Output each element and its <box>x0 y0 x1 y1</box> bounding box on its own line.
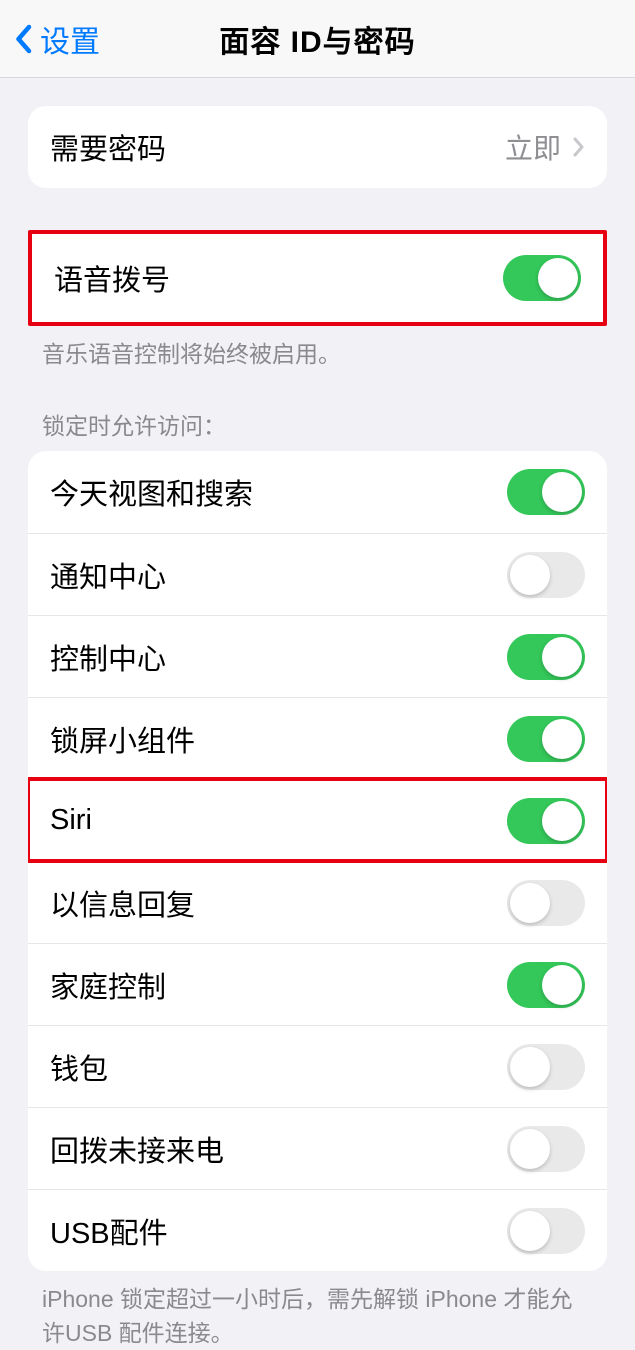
reply-message-toggle[interactable] <box>507 880 585 926</box>
home-control-toggle[interactable] <box>507 962 585 1008</box>
detail-wrap: 立即 <box>505 127 585 167</box>
chevron-right-icon <box>573 137 585 157</box>
row-home-control: 家庭控制 <box>28 943 607 1025</box>
row-siri: Siri <box>28 779 607 861</box>
today-view-toggle[interactable] <box>507 469 585 515</box>
section-voice-dial: 语音拨号 <box>28 230 607 326</box>
usb-label: USB配件 <box>50 1210 168 1252</box>
row-require-passcode[interactable]: 需要密码 立即 <box>28 106 607 188</box>
row-notification-center: 通知中心 <box>28 533 607 615</box>
notification-center-toggle[interactable] <box>507 552 585 598</box>
lockscreen-widgets-label: 锁屏小组件 <box>50 718 195 760</box>
wallet-label: 钱包 <box>50 1046 108 1088</box>
page-title: 面容 ID与密码 <box>219 17 415 61</box>
row-callback-missed: 回拨未接来电 <box>28 1107 607 1189</box>
siri-toggle[interactable] <box>507 798 585 844</box>
callback-missed-label: 回拨未接来电 <box>50 1128 224 1170</box>
row-control-center: 控制中心 <box>28 615 607 697</box>
back-label: 设置 <box>40 17 100 61</box>
back-button[interactable]: 设置 <box>14 17 100 61</box>
home-control-label: 家庭控制 <box>50 964 166 1006</box>
navbar: 设置 面容 ID与密码 <box>0 0 635 78</box>
row-usb: USB配件 <box>28 1189 607 1271</box>
today-view-label: 今天视图和搜索 <box>50 471 253 513</box>
control-center-label: 控制中心 <box>50 636 166 678</box>
voice-dial-footer: 音乐语音控制将始终被启用。 <box>42 338 593 371</box>
voice-dial-label: 语音拨号 <box>54 257 170 299</box>
notification-center-label: 通知中心 <box>50 554 166 596</box>
lock-access-header: 锁定时允许访问： <box>42 407 593 441</box>
control-center-toggle[interactable] <box>507 634 585 680</box>
require-passcode-label: 需要密码 <box>50 126 166 168</box>
require-passcode-value: 立即 <box>505 127 561 167</box>
chevron-left-icon <box>14 23 32 55</box>
voice-dial-toggle[interactable] <box>503 255 581 301</box>
usb-toggle[interactable] <box>507 1208 585 1254</box>
callback-missed-toggle[interactable] <box>507 1126 585 1172</box>
usb-footer: iPhone 锁定超过一小时后，需先解锁 iPhone 才能允许USB 配件连接… <box>42 1283 593 1350</box>
lockscreen-widgets-toggle[interactable] <box>507 716 585 762</box>
row-lockscreen-widgets: 锁屏小组件 <box>28 697 607 779</box>
siri-label: Siri <box>50 804 92 837</box>
wallet-toggle[interactable] <box>507 1044 585 1090</box>
reply-message-label: 以信息回复 <box>50 882 195 924</box>
section-passcode: 需要密码 立即 <box>28 106 607 188</box>
content: 需要密码 立即 语音拨号 音乐语音控制将始终被启用。 锁定时允许访问： 今天视图… <box>0 106 635 1350</box>
section-lock-access: 今天视图和搜索 通知中心 控制中心 锁屏小组件 Siri 以信息回复 家庭控制 <box>28 451 607 1271</box>
row-today-view: 今天视图和搜索 <box>28 451 607 533</box>
row-reply-message: 以信息回复 <box>28 861 607 943</box>
row-wallet: 钱包 <box>28 1025 607 1107</box>
